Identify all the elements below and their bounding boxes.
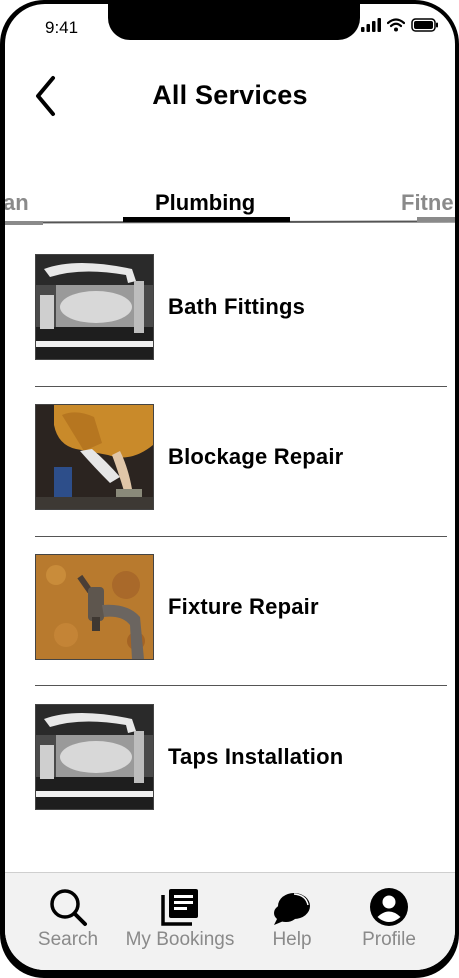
battery-icon bbox=[411, 18, 438, 32]
notch bbox=[108, 4, 360, 40]
divider bbox=[35, 536, 447, 537]
nav-label-my-bookings: My Bookings bbox=[125, 929, 235, 950]
service-item-taps-installation[interactable]: Taps Installation bbox=[5, 704, 455, 810]
nav-label-profile: Profile bbox=[362, 929, 416, 950]
chrome-faucet-photo bbox=[36, 255, 153, 359]
bookings-icon bbox=[161, 889, 198, 926]
service-thumbnail bbox=[35, 554, 154, 660]
plumber-hands-photo bbox=[36, 405, 153, 509]
page-title: All Services bbox=[152, 80, 308, 110]
bottom-nav: Search My Bookings Help Profile bbox=[5, 872, 455, 970]
service-label: Blockage Repair bbox=[168, 444, 344, 469]
tab-indicator-active bbox=[123, 217, 290, 222]
service-label: Bath Fittings bbox=[168, 294, 306, 319]
divider bbox=[35, 685, 447, 686]
service-item-bath-fittings[interactable]: Bath Fittings bbox=[5, 254, 455, 360]
service-item-fixture-repair[interactable]: Fixture Repair bbox=[5, 554, 455, 660]
screen: 9:41 All Services an Plumbing Fitne Bath… bbox=[5, 4, 455, 970]
rusty-tap-photo bbox=[36, 555, 153, 659]
search-icon bbox=[50, 889, 87, 926]
phone-frame: 9:41 All Services an Plumbing Fitne Bath… bbox=[0, 0, 459, 978]
service-thumbnail bbox=[35, 404, 154, 510]
chat-bubble-icon bbox=[274, 893, 310, 925]
service-thumbnail bbox=[35, 254, 154, 360]
nav-item-search[interactable]: Search bbox=[35, 887, 101, 951]
service-thumbnail bbox=[35, 704, 154, 810]
status-icons bbox=[361, 18, 439, 32]
status-time: 9:41 bbox=[45, 18, 79, 37]
nav-label-help: Help bbox=[272, 929, 312, 950]
divider bbox=[35, 386, 447, 387]
tab-left-partial[interactable]: an bbox=[5, 190, 29, 216]
tab-indicator-right bbox=[417, 217, 455, 222]
profile-icon bbox=[370, 888, 408, 926]
tab-plumbing[interactable]: Plumbing bbox=[155, 190, 255, 216]
chrome-faucet-photo bbox=[36, 705, 153, 809]
service-label: Fixture Repair bbox=[168, 594, 319, 619]
wifi-icon bbox=[387, 18, 405, 32]
nav-item-my-bookings[interactable]: My Bookings bbox=[125, 887, 235, 951]
nav-item-profile[interactable]: Profile bbox=[357, 887, 421, 951]
service-label: Taps Installation bbox=[168, 744, 344, 769]
nav-label-search: Search bbox=[37, 929, 99, 950]
service-item-blockage-repair[interactable]: Blockage Repair bbox=[5, 404, 455, 510]
nav-item-help[interactable]: Help bbox=[267, 887, 317, 951]
tab-right-partial[interactable]: Fitne bbox=[401, 190, 454, 216]
signal-icon bbox=[361, 18, 381, 32]
category-tabs: an Plumbing Fitne bbox=[5, 184, 455, 234]
tab-indicator-left bbox=[5, 221, 43, 225]
